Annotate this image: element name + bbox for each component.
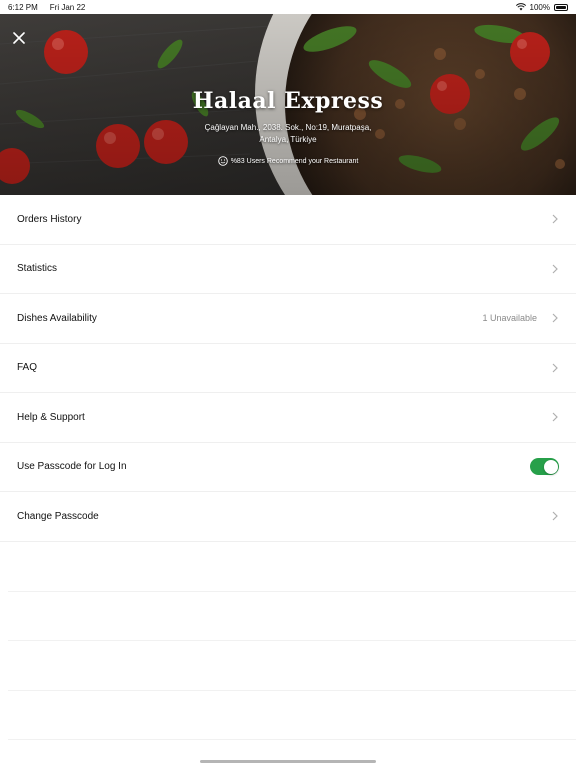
address-line-1: Çağlayan Mah., 2038. Sok., No:19, Muratp… bbox=[204, 123, 372, 132]
status-bar: 6:12 PM Fri Jan 22 100% bbox=[0, 0, 576, 14]
menu-item-label: Help & Support bbox=[17, 411, 85, 423]
chevron-right-icon bbox=[552, 363, 558, 373]
chevron-right-icon bbox=[552, 214, 558, 224]
menu-item-orders-history[interactable]: Orders History bbox=[0, 195, 576, 245]
menu-item-label: Statistics bbox=[17, 263, 58, 275]
menu-item-label: Change Passcode bbox=[17, 510, 99, 522]
menu-item-label: Use Passcode for Log In bbox=[17, 461, 127, 473]
recommend-text: %83 Users Recommend your Restaurant bbox=[230, 157, 359, 165]
menu-item-passcode-login: Use Passcode for Log In bbox=[0, 443, 576, 492]
status-time: 6:12 PM bbox=[8, 2, 38, 12]
restaurant-header: Halaal Express Çağlayan Mah., 2038. Sok.… bbox=[0, 14, 576, 195]
list-divider bbox=[8, 640, 576, 641]
close-button[interactable] bbox=[9, 28, 29, 48]
address-line-2: Antalya, Türkiye bbox=[259, 135, 317, 144]
menu-item-help-support[interactable]: Help & Support bbox=[0, 393, 576, 443]
battery-percent: 100% bbox=[529, 2, 550, 12]
menu-item-label: FAQ bbox=[17, 362, 38, 374]
restaurant-name: Halaal Express bbox=[192, 88, 384, 114]
menu-item-dishes-availability[interactable]: Dishes Availability 1 Unavailable bbox=[0, 294, 576, 344]
chevron-right-icon bbox=[552, 412, 558, 422]
close-icon bbox=[13, 32, 25, 44]
smiley-icon bbox=[217, 156, 228, 166]
list-divider bbox=[8, 591, 576, 592]
status-left: 6:12 PM Fri Jan 22 bbox=[8, 3, 85, 12]
recommend-stat: %83 Users Recommend your Restaurant bbox=[0, 156, 576, 166]
wifi-icon bbox=[515, 3, 526, 11]
menu-item-change-passcode[interactable]: Change Passcode bbox=[0, 492, 576, 542]
home-indicator bbox=[200, 760, 376, 763]
restaurant-info: Halaal Express Çağlayan Mah., 2038. Sok.… bbox=[0, 88, 576, 166]
list-divider bbox=[8, 690, 576, 691]
chevron-right-icon bbox=[552, 264, 558, 274]
chevron-right-icon bbox=[552, 511, 558, 521]
settings-menu: Orders History Statistics Dishes Availab… bbox=[0, 195, 576, 542]
passcode-toggle[interactable] bbox=[530, 458, 559, 476]
toggle-knob bbox=[543, 459, 558, 474]
menu-item-statistics[interactable]: Statistics bbox=[0, 245, 576, 294]
unavailable-count: 1 Unavailable bbox=[482, 313, 537, 324]
list-divider bbox=[8, 739, 576, 740]
status-date: Fri Jan 22 bbox=[49, 2, 86, 12]
menu-item-label: Orders History bbox=[17, 213, 82, 225]
status-right: 100% bbox=[515, 2, 568, 12]
battery-icon bbox=[554, 3, 568, 11]
restaurant-address: Çağlayan Mah., 2038. Sok., No:19, Muratp… bbox=[198, 122, 378, 146]
chevron-right-icon bbox=[552, 313, 558, 323]
menu-item-label: Dishes Availability bbox=[17, 312, 97, 324]
menu-item-faq[interactable]: FAQ bbox=[0, 344, 576, 393]
